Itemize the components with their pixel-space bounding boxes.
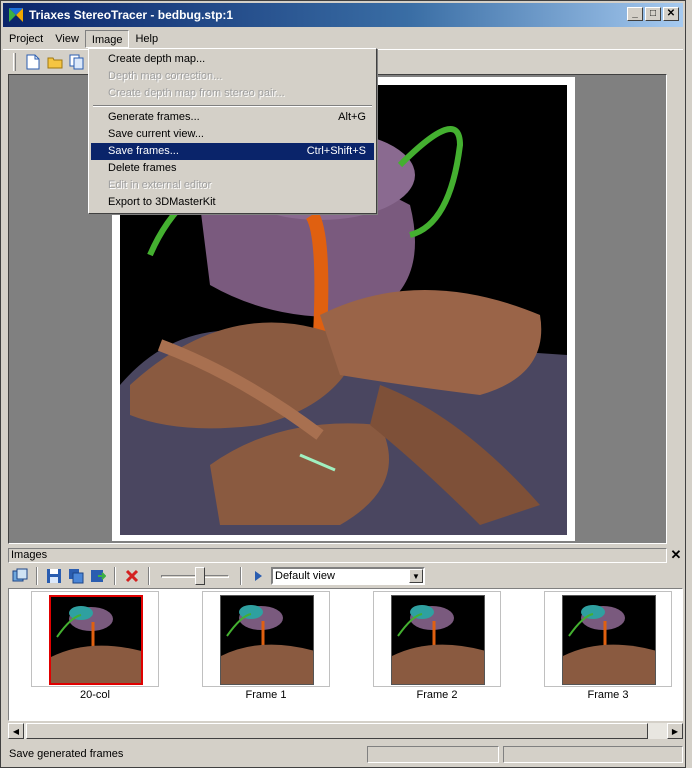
images-panel-title: Images (8, 548, 667, 563)
save-icon[interactable] (45, 567, 63, 585)
thumbnail-image (562, 595, 656, 685)
toolbar-grip[interactable] (13, 52, 16, 71)
window-title: Triaxes StereoTracer - bedbug.stp:1 (29, 8, 234, 22)
menu-separator (91, 102, 374, 109)
menu-depth-map-from-stereo: Create depth map from stereo pair... (91, 85, 374, 102)
thumbnail-box (31, 591, 159, 687)
delete-icon[interactable] (123, 567, 141, 585)
image-menu-dropdown: Create depth map... Depth map correction… (88, 48, 377, 214)
thumbnail-strip[interactable]: 20-col Frame 1 Frame 2 Frame 3 (8, 588, 683, 721)
menu-item-label: Create depth map from stereo pair... (108, 87, 285, 99)
thumbnail-box (202, 591, 330, 687)
thumbnail-box (544, 591, 672, 687)
menu-item-label: Create depth map... (108, 53, 206, 65)
menu-help[interactable]: Help (129, 30, 164, 48)
thumbnail-image (391, 595, 485, 685)
thumbnail-item[interactable]: 20-col (31, 591, 159, 701)
images-toolbar: Default view ▼ (8, 565, 683, 587)
copy-document-icon[interactable] (68, 53, 86, 71)
status-panel (503, 745, 683, 763)
menu-item-label: Generate frames... (108, 111, 200, 123)
panel-close-icon[interactable]: ✕ (669, 548, 683, 563)
toolbar-separator (114, 567, 116, 585)
thumbnail-label: Frame 2 (416, 689, 458, 701)
menu-item-label: Edit in external editor (108, 179, 212, 191)
slider-thumb[interactable] (195, 567, 205, 585)
view-select-value: Default view (275, 570, 335, 582)
menu-item-shortcut: Ctrl+Shift+S (306, 145, 366, 157)
toolbar-separator (36, 567, 38, 585)
app-window: Triaxes StereoTracer - bedbug.stp:1 _ □ … (0, 0, 686, 768)
thumbnail-image (49, 595, 143, 685)
thumbnail-item[interactable]: Frame 1 (202, 591, 330, 701)
menu-generate-frames[interactable]: Generate frames... Alt+G (91, 109, 374, 126)
thumbnail-box (373, 591, 501, 687)
scroll-left-icon[interactable]: ◀ (8, 723, 24, 739)
minimize-button[interactable]: _ (627, 7, 643, 21)
menu-depth-map-correction: Depth map correction... (91, 68, 374, 85)
thumbnail-image (220, 595, 314, 685)
title-bar[interactable]: Triaxes StereoTracer - bedbug.stp:1 _ □ … (3, 3, 683, 27)
new-document-icon[interactable] (24, 53, 42, 71)
menu-item-label: Save current view... (108, 128, 204, 140)
scroll-thumb[interactable] (26, 723, 648, 739)
thumbnail-label: 20-col (80, 689, 110, 701)
view-select[interactable]: Default view ▼ (271, 567, 425, 585)
menu-bar: Project View Image Help (3, 29, 683, 49)
menu-item-label: Save frames... (108, 145, 179, 157)
zoom-slider[interactable] (161, 567, 229, 585)
menu-export-3dmasterkit[interactable]: Export to 3DMasterKit (91, 194, 374, 211)
status-panel (367, 745, 499, 763)
maximize-button[interactable]: □ (645, 7, 661, 21)
scroll-right-icon[interactable]: ▶ (667, 723, 683, 739)
chevron-down-icon[interactable]: ▼ (409, 569, 423, 583)
menu-item-label: Depth map correction... (108, 70, 223, 82)
toolbar-separator (240, 567, 242, 585)
menu-item-shortcut: Alt+G (338, 111, 366, 123)
thumbnail-label: Frame 1 (245, 689, 287, 701)
open-folder-icon[interactable] (46, 53, 64, 71)
menu-project[interactable]: Project (3, 30, 49, 48)
play-icon[interactable] (249, 567, 267, 585)
menu-view[interactable]: View (49, 30, 85, 48)
toolbar-separator (148, 567, 150, 585)
export-icon[interactable] (89, 567, 107, 585)
menu-item-label: Export to 3DMasterKit (108, 196, 216, 208)
thumbnail-item[interactable]: Frame 3 (544, 591, 672, 701)
menu-image[interactable]: Image (84, 30, 130, 48)
menu-edit-external: Edit in external editor (91, 177, 374, 194)
app-logo-icon (7, 6, 25, 24)
desktop-edge (686, 0, 692, 768)
thumbnail-item[interactable]: Frame 2 (373, 591, 501, 701)
close-button[interactable]: ✕ (663, 7, 679, 21)
menu-create-depth-map[interactable]: Create depth map... (91, 51, 374, 68)
frames-icon[interactable] (11, 567, 29, 585)
menu-delete-frames[interactable]: Delete frames (91, 160, 374, 177)
menu-save-current-view[interactable]: Save current view... (91, 126, 374, 143)
thumbnail-label: Frame 3 (587, 689, 629, 701)
status-text: Save generated frames (9, 748, 124, 760)
status-bar: Save generated frames (3, 743, 683, 765)
horizontal-scrollbar[interactable]: ◀ ▶ (8, 722, 683, 739)
menu-item-label: Delete frames (108, 162, 177, 174)
save-all-icon[interactable] (67, 567, 85, 585)
menu-save-frames[interactable]: Save frames... Ctrl+Shift+S (91, 143, 374, 160)
